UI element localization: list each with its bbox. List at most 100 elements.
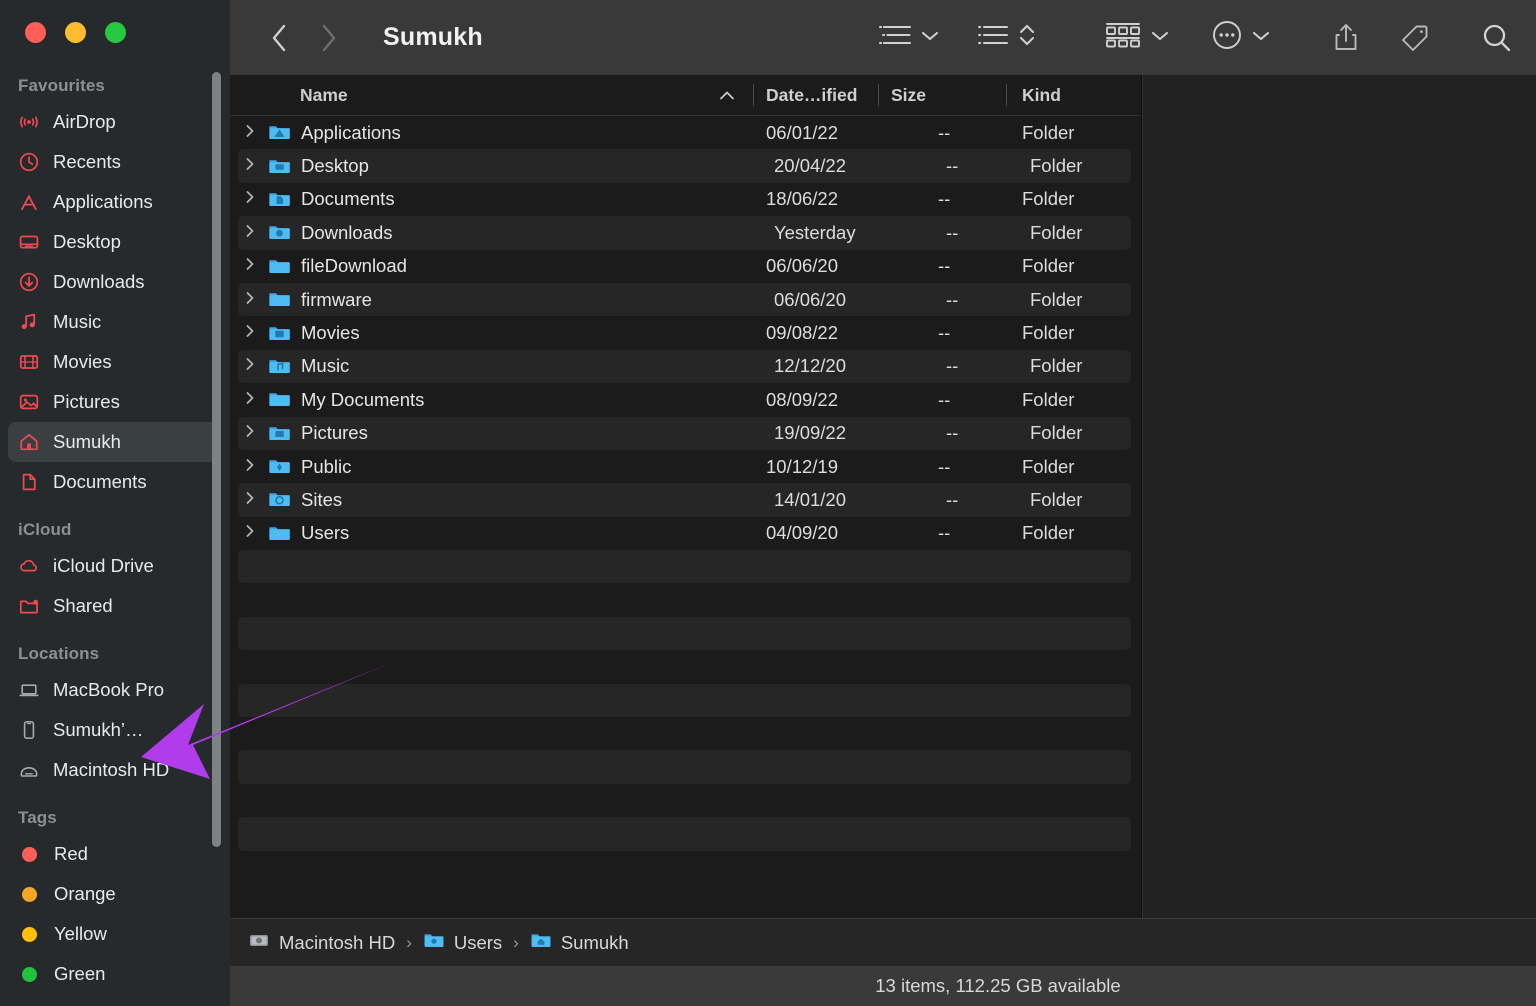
file-date-cell: Yesterday [761,222,886,244]
table-row[interactable]: Pictures19/09/22--Folder [238,417,1131,450]
column-headers: Name Date…ified Size Kind [230,75,1141,116]
sidebar-item-recents[interactable]: Recents [8,142,220,182]
view-options-button[interactable] [878,22,939,53]
disclosure-chevron-icon[interactable] [242,155,258,177]
ellipsis-circle-icon [1211,19,1243,56]
folder-icon [268,522,291,545]
file-date-cell: 06/06/20 [761,289,886,311]
column-header-date-modified[interactable]: Date…ified [753,75,878,115]
sidebar-item-shared[interactable]: Shared [8,586,220,626]
sidebar-item-desktop[interactable]: Desktop [8,222,220,262]
table-row[interactable]: My Documents08/09/22--Folder [230,383,1141,416]
table-row[interactable]: DownloadsYesterday--Folder [238,216,1131,249]
disclosure-chevron-icon[interactable] [242,188,258,210]
column-header-label: Date…ified [766,85,857,106]
sidebar-item-macbook-pro[interactable]: MacBook Pro [8,670,220,710]
file-name-label: Music [301,355,349,377]
sidebar-item-macintosh-hd[interactable]: Macintosh HD [8,750,220,790]
folder-downloads-icon [268,221,291,244]
sidebar-item-pictures[interactable]: Pictures [8,382,220,422]
table-row[interactable]: Public10/12/19--Folder [230,450,1141,483]
bottom-bars: Macintosh HD › Users › Sumukh 13 items, … [230,918,1536,1006]
disclosure-chevron-icon[interactable] [242,355,258,377]
sidebar-item-label: Pictures [53,391,120,413]
breadcrumb-users[interactable]: Users [423,929,502,956]
disclosure-chevron-icon[interactable] [242,522,258,544]
maximize-button[interactable] [105,22,126,43]
minimize-button[interactable] [65,22,86,43]
sidebar-item-airdrop[interactable]: AirDrop [8,102,220,142]
folder-documents-icon [268,188,291,211]
column-header-kind[interactable]: Kind [1006,75,1141,115]
column-header-size[interactable]: Size [878,75,1006,115]
disclosure-chevron-icon[interactable] [242,489,258,511]
back-button[interactable] [268,22,290,54]
file-name-cell[interactable]: Applications [230,121,753,144]
status-text: 13 items, 112.25 GB available [875,975,1120,997]
disclosure-chevron-icon[interactable] [242,322,258,344]
disclosure-chevron-icon[interactable] [242,456,258,478]
more-actions-button[interactable] [1211,19,1270,56]
file-size-cell: -- [886,489,1014,511]
sidebar-scrollbar[interactable] [212,72,221,847]
sidebar-item-applications[interactable]: Applications [8,182,220,222]
share-button[interactable] [1332,22,1360,54]
content-area: Name Date…ified Size Kind Applications06… [230,75,1536,1006]
file-name-cell[interactable]: Downloads [238,221,761,244]
clock-icon [18,151,40,173]
file-name-cell[interactable]: firmware [238,288,761,311]
table-row[interactable]: fileDownload06/06/20--Folder [230,250,1141,283]
breadcrumb-macintosh-hd[interactable]: Macintosh HD [248,929,395,956]
file-name-cell[interactable]: Users [230,522,753,545]
close-button[interactable] [25,22,46,43]
breadcrumb-sumukh[interactable]: Sumukh [530,929,629,956]
sidebar-item-sumukh[interactable]: Sumukh [8,422,220,462]
file-name-label: Applications [301,122,401,144]
file-name-cell[interactable]: My Documents [230,388,753,411]
table-row[interactable]: Sites14/01/20--Folder [238,483,1131,516]
sort-options-button[interactable] [977,22,1036,53]
table-row[interactable]: Applications06/01/22--Folder [230,116,1141,149]
file-date-cell: 18/06/22 [753,188,878,210]
file-name-cell[interactable]: Pictures [238,422,761,445]
sidebar-tag-green[interactable]: Green [8,954,220,994]
disclosure-chevron-icon[interactable] [242,255,258,277]
disclosure-chevron-icon[interactable] [242,289,258,311]
sidebar-tag-orange[interactable]: Orange [8,874,220,914]
tag-button[interactable] [1400,23,1430,53]
breadcrumb-label: Sumukh [561,932,629,954]
table-row[interactable]: Desktop20/04/22--Folder [238,149,1131,182]
table-row[interactable]: Documents18/06/22--Folder [230,183,1141,216]
table-row[interactable]: Users04/09/20--Folder [230,517,1141,550]
disclosure-chevron-icon[interactable] [242,222,258,244]
column-header-name[interactable]: Name [230,75,753,115]
group-options-button[interactable] [1104,21,1169,54]
sidebar-item-music[interactable]: Music [8,302,220,342]
file-name-cell[interactable]: Desktop [238,155,761,178]
sidebar-tag-red[interactable]: Red [8,834,220,874]
disclosure-chevron-icon[interactable] [242,422,258,444]
empty-row [238,684,1131,717]
sidebar-item-movies[interactable]: Movies [8,342,220,382]
forward-button[interactable] [318,22,340,54]
disclosure-chevron-icon[interactable] [242,122,258,144]
table-row[interactable]: Music12/12/20--Folder [238,350,1131,383]
search-button[interactable] [1480,21,1514,55]
file-name-cell[interactable]: Sites [238,488,761,511]
table-row[interactable]: firmware06/06/20--Folder [238,283,1131,316]
file-name-cell[interactable]: fileDownload [230,255,753,278]
sidebar-item-sumukh-iphone[interactable]: Sumukh’… [8,710,220,750]
file-name-cell[interactable]: Public [230,455,753,478]
disclosure-chevron-icon[interactable] [242,389,258,411]
table-row[interactable]: Movies09/08/22--Folder [230,316,1141,349]
toolbar-right [878,19,1514,56]
sidebar-item-icloud-drive[interactable]: iCloud Drive [8,546,220,586]
sidebar-tag-yellow[interactable]: Yellow [8,914,220,954]
sidebar-item-downloads[interactable]: Downloads [8,262,220,302]
sidebar-item-documents[interactable]: Documents [8,462,220,502]
tag-dot-red-icon [22,847,37,862]
file-name-cell[interactable]: Documents [230,188,753,211]
file-kind-cell: Folder [1014,155,1131,177]
file-name-cell[interactable]: Music [238,355,761,378]
file-name-cell[interactable]: Movies [230,322,753,345]
